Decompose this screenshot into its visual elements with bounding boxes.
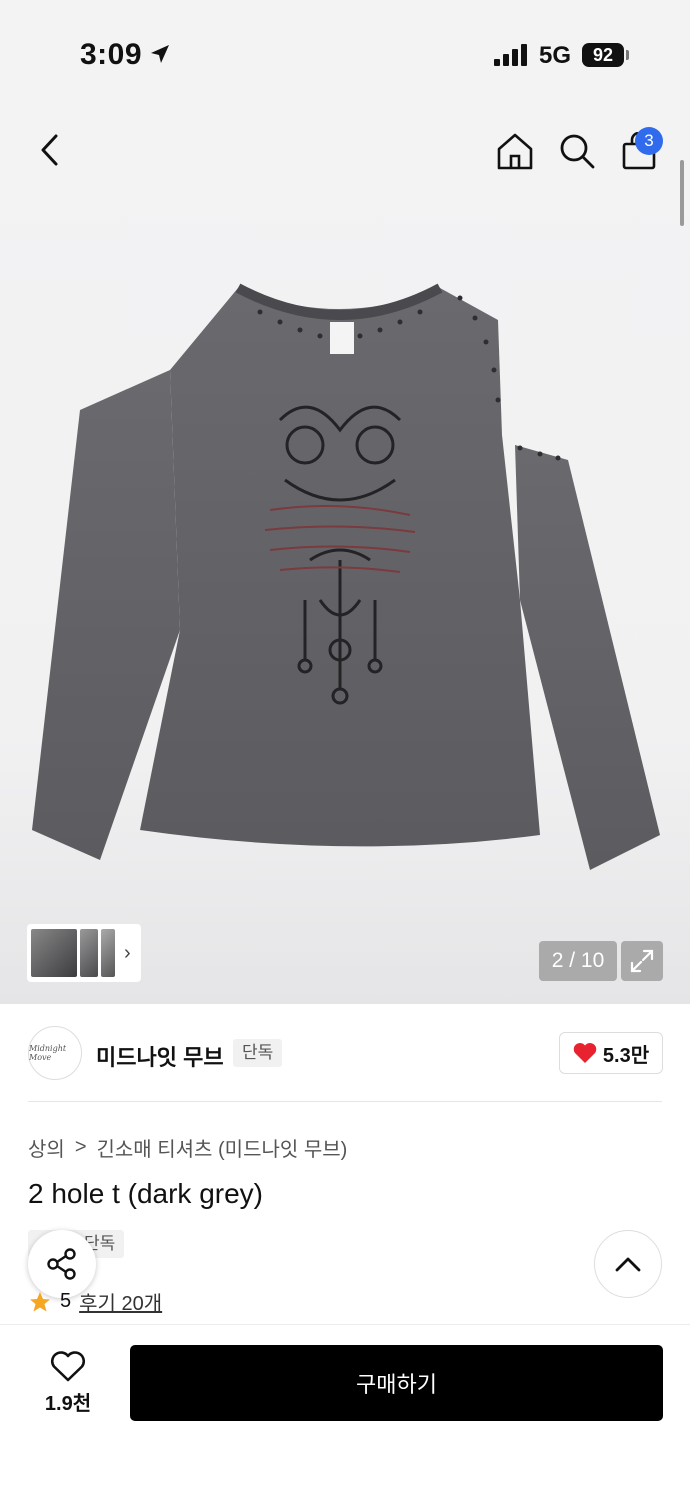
- divider: [28, 1101, 662, 1102]
- exclusive-badge: 단독: [233, 1039, 283, 1067]
- expand-icon: [630, 949, 654, 973]
- breadcrumb-separator: >: [74, 1136, 87, 1158]
- brand-like-count: 5.3만: [602, 1044, 650, 1067]
- status-bar: 3:09 5G 92: [0, 0, 690, 110]
- home-button[interactable]: [494, 130, 536, 172]
- gallery-page-indicator: 2 / 10: [539, 941, 617, 981]
- brand-logo-text: Midnight Move: [29, 1044, 67, 1062]
- wishlist-count: 1.9천: [44, 1392, 92, 1415]
- thumbnail-image[interactable]: [101, 929, 115, 977]
- product-rating: 5 후기 20개: [28, 1287, 162, 1316]
- expand-button[interactable]: [621, 941, 663, 981]
- breadcrumb: 상의 > 긴소매 티셔츠 (미드나잇 무브): [28, 1133, 347, 1162]
- cellular-signal-icon: [494, 44, 527, 66]
- wishlist-button[interactable]: 1.9천: [28, 1346, 108, 1420]
- breadcrumb-subcategory[interactable]: 긴소매 티셔츠 (미드나잇 무브): [97, 1133, 348, 1162]
- home-icon: [497, 133, 533, 170]
- star-icon: [30, 1291, 50, 1311]
- chevron-left-icon: [41, 134, 58, 166]
- share-icon: [47, 1248, 76, 1280]
- scrollbar[interactable]: [680, 160, 684, 226]
- status-time: 3:09: [80, 38, 143, 71]
- review-count-link[interactable]: 후기 20개: [79, 1287, 162, 1316]
- location-arrow-icon: [151, 45, 169, 63]
- brand-name[interactable]: 미드나잇 무브: [96, 1040, 224, 1072]
- thumbnail-image[interactable]: [80, 929, 98, 977]
- battery-tip: [626, 50, 629, 60]
- chevron-up-icon: [615, 1257, 641, 1272]
- cart-count-badge: 3: [635, 127, 663, 155]
- thumbnail-strip[interactable]: ›: [27, 924, 141, 982]
- rating-value: 5: [60, 1290, 72, 1312]
- thumbnail-image[interactable]: [31, 929, 77, 977]
- search-button[interactable]: [556, 130, 598, 172]
- product-image[interactable]: [20, 270, 670, 890]
- back-button[interactable]: [28, 128, 72, 172]
- chevron-right-icon: ›: [124, 941, 131, 964]
- battery-indicator: 92: [582, 43, 624, 67]
- brand-like-button[interactable]: 5.3만: [559, 1032, 663, 1074]
- network-type: 5G: [539, 42, 572, 69]
- heart-filled-icon: [573, 1043, 597, 1063]
- product-title: 2 hole t (dark grey): [28, 1178, 263, 1209]
- scroll-to-top-button[interactable]: [594, 1230, 662, 1298]
- buy-button[interactable]: 구매하기: [130, 1345, 663, 1421]
- product-detail-page: 3:09 5G 92 3 › 2 / 10 Midnight Move 미드나잇…: [0, 0, 690, 1500]
- breadcrumb-category[interactable]: 상의: [28, 1133, 65, 1162]
- heart-outline-icon: [51, 1350, 85, 1381]
- search-icon: [560, 134, 595, 169]
- brand-logo[interactable]: Midnight Move: [28, 1026, 82, 1080]
